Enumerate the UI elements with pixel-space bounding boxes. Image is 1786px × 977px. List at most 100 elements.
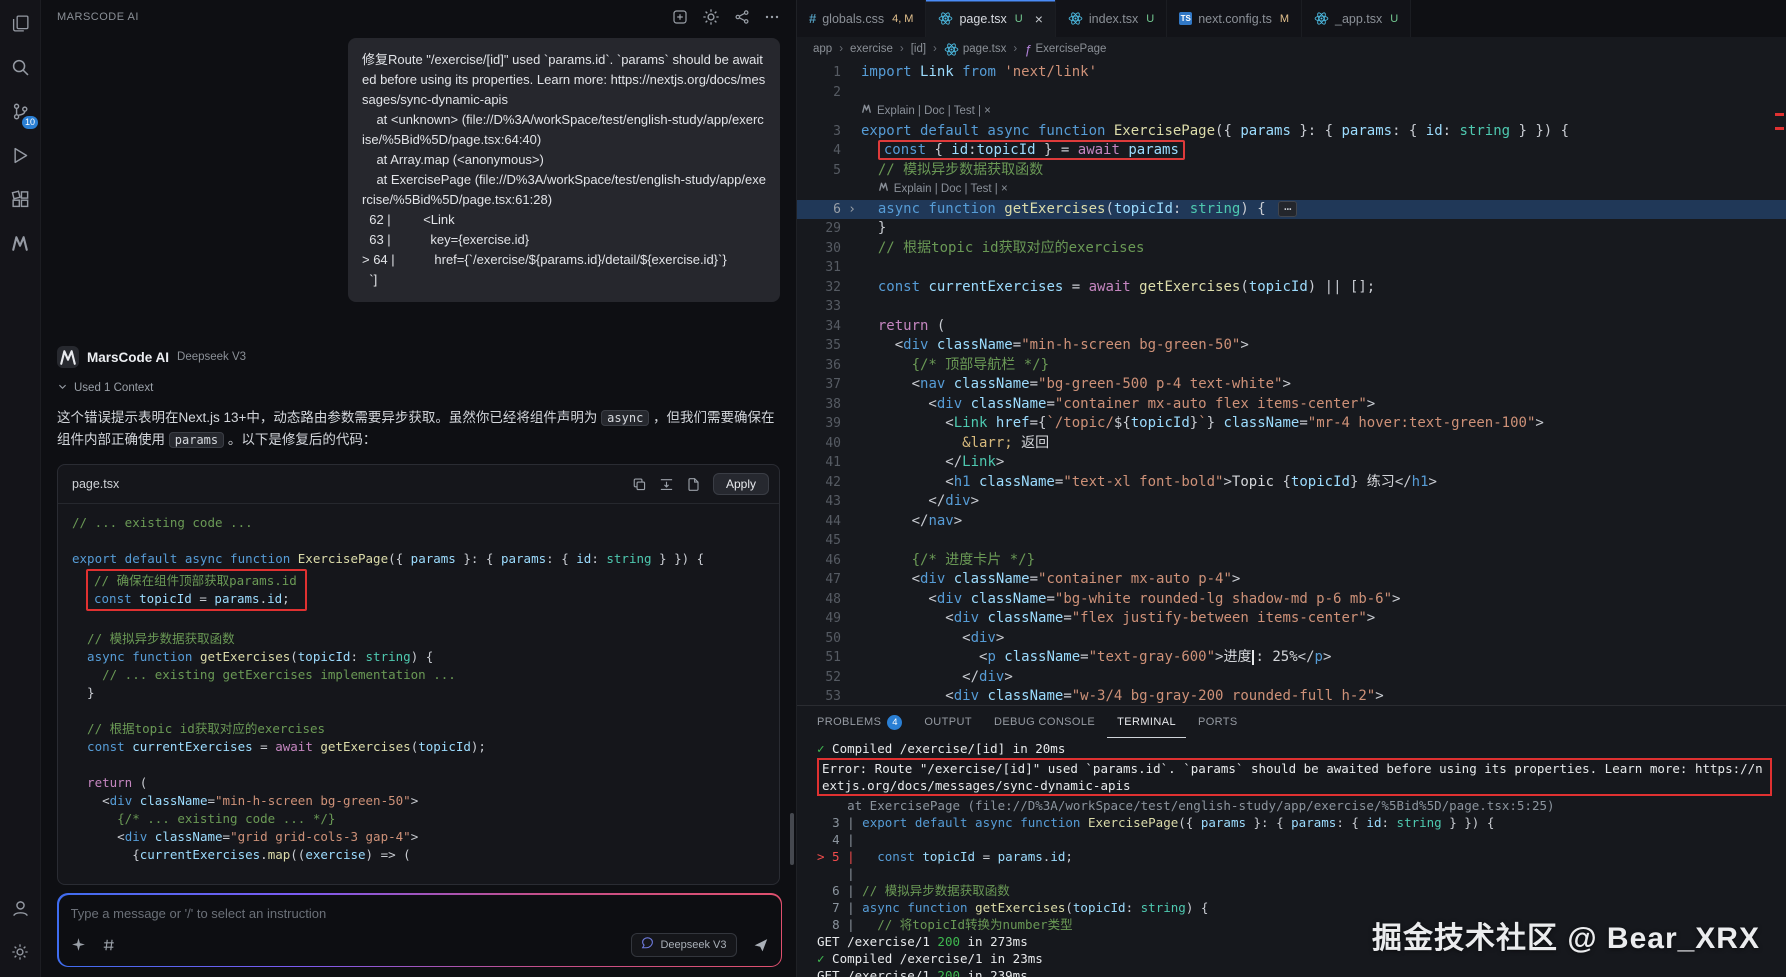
code-line-5[interactable]: 5 // 模拟异步数据获取函数 (797, 161, 1786, 181)
tab-next.config.ts[interactable]: TSnext.config.tsM (1167, 0, 1302, 37)
panel-tab-debug-console[interactable]: DEBUG CONSOLE (984, 706, 1105, 738)
settings-icon[interactable] (7, 939, 33, 965)
code-line-2[interactable]: 2 (797, 83, 1786, 103)
source-control-icon[interactable]: 10 (7, 98, 33, 124)
code-line-47[interactable]: 47 <div className="container mx-auto p-4… (797, 570, 1786, 590)
codelens-label[interactable]: Explain | Doc | Test | × (894, 180, 1008, 200)
code-line-43[interactable]: 43 </div> (797, 492, 1786, 512)
breadcrumb-item-exercise[interactable]: exercise (850, 43, 893, 55)
chevron-down-icon (57, 381, 68, 395)
code-line-36[interactable]: 36 {/* 顶部导航栏 */} (797, 356, 1786, 376)
codelens-row[interactable]: Explain | Doc | Test | × (797, 102, 1786, 122)
terminal-line: Error: Route "/exercise/[id]" used `para… (822, 760, 1767, 794)
code-line-1[interactable]: 1import Link from 'next/link' (797, 63, 1786, 83)
error-mark (1775, 127, 1784, 130)
codelens-label[interactable]: Explain | Doc | Test | × (877, 102, 991, 122)
code-card-header: page.tsx Apply (58, 465, 779, 504)
breadcrumb-item-page.tsx[interactable]: page.tsx (944, 42, 1006, 57)
code-line-content: <div className="container mx-auto flex i… (861, 395, 1786, 415)
insert-icon[interactable] (659, 477, 674, 492)
code-line-38[interactable]: 38 <div className="container mx-auto fle… (797, 395, 1786, 415)
settings-icon[interactable] (702, 8, 720, 26)
code-line-34[interactable]: 34 return ( (797, 317, 1786, 337)
panel-tab-terminal[interactable]: TERMINAL (1107, 706, 1186, 738)
breadcrumb-item-ExercisePage[interactable]: ƒExercisePage (1024, 42, 1106, 57)
used-context-toggle[interactable]: Used 1 Context (57, 381, 780, 395)
close-icon[interactable]: × (1035, 11, 1043, 27)
account-icon[interactable] (7, 895, 33, 921)
react-icon (1314, 11, 1329, 26)
more-icon[interactable] (764, 9, 780, 25)
code-line-39[interactable]: 39 <Link href={`/topic/${topicId}`} clas… (797, 414, 1786, 434)
tab-status-marker: U (1015, 13, 1023, 25)
code-line-53[interactable]: 53 <div className="w-3/4 bg-gray-200 rou… (797, 687, 1786, 705)
tab-page.tsx[interactable]: page.tsxU× (926, 0, 1055, 37)
annotation-redbox: Error: Route "/exercise/[id]" used `para… (817, 758, 1772, 796)
line-number: 38 (797, 395, 861, 415)
code-line-49[interactable]: 49 <div className="flex justify-between … (797, 609, 1786, 629)
user-message-line: at ExercisePage (file://D%3A/workSpace/t… (362, 170, 766, 210)
copy-icon[interactable] (632, 477, 647, 492)
code-line-6[interactable]: 6› async function getExercises(topicId: … (797, 200, 1786, 220)
code-line-41[interactable]: 41 </Link> (797, 453, 1786, 473)
new-file-icon[interactable] (686, 477, 701, 492)
code-line-46[interactable]: 46 {/* 进度卡片 */} (797, 551, 1786, 571)
overview-ruler[interactable] (1772, 61, 1786, 705)
panel-tab-problems[interactable]: PROBLEMS4 (807, 706, 912, 738)
code-line-48[interactable]: 48 <div className="bg-white rounded-lg s… (797, 590, 1786, 610)
share-icon[interactable] (734, 9, 750, 25)
code-line-37[interactable]: 37 <nav className="bg-green-500 p-4 text… (797, 375, 1786, 395)
code-line-content: import Link from 'next/link' (861, 63, 1786, 83)
extensions-icon[interactable] (7, 186, 33, 212)
user-message-line: 63 | key={exercise.id} (362, 230, 766, 250)
apply-button[interactable]: Apply (713, 473, 769, 495)
line-number: 33 (797, 297, 861, 317)
code-line-30[interactable]: 30 // 根据topic id获取对应的exercises (797, 239, 1786, 259)
code-line-44[interactable]: 44 </nav> (797, 512, 1786, 532)
code-line-4[interactable]: 4 const { id:topicId } = await params (797, 141, 1786, 161)
search-icon[interactable] (7, 54, 33, 80)
line-number (797, 102, 861, 122)
codelens-actions: Explain | Doc | Test | × (861, 180, 1786, 200)
code-line-52[interactable]: 52 </div> (797, 668, 1786, 688)
chat-code-line: const topicId = params.id; (94, 590, 297, 608)
codelens-row[interactable]: Explain | Doc | Test | × (797, 180, 1786, 200)
code-line-32[interactable]: 32 const currentExercises = await getExe… (797, 278, 1786, 298)
send-icon[interactable] (753, 937, 769, 953)
tab-globals.css[interactable]: #globals.css4, M (797, 0, 926, 37)
panel-tab-ports[interactable]: PORTS (1188, 706, 1248, 738)
assistant-name: MarsCode AI (87, 350, 169, 365)
code-line-content: const { id:topicId } = await params (861, 141, 1786, 161)
run-debug-icon[interactable] (7, 142, 33, 168)
code-line-40[interactable]: 40 &larr; 返回 (797, 434, 1786, 454)
line-number: 32 (797, 278, 861, 298)
code-line-3[interactable]: 3export default async function ExerciseP… (797, 122, 1786, 142)
context-hash-icon[interactable] (102, 938, 116, 952)
code-line-33[interactable]: 33 (797, 297, 1786, 317)
new-chat-icon[interactable] (672, 9, 688, 25)
code-line-51[interactable]: 51 <p className="text-gray-600">进度: 25%<… (797, 648, 1786, 668)
explorer-icon[interactable] (7, 10, 33, 36)
tab-_app.tsx[interactable]: _app.tsxU (1302, 0, 1411, 37)
skills-sparkle-icon[interactable] (71, 937, 86, 952)
model-selector[interactable]: Deepseek V3 (631, 933, 736, 957)
tab-index.tsx[interactable]: index.tsxU (1056, 0, 1167, 37)
chat-scrollbar[interactable] (790, 813, 794, 865)
code-line-29[interactable]: 29 } (797, 219, 1786, 239)
breadcrumb-item-app[interactable]: app (813, 43, 832, 55)
code-line-45[interactable]: 45 (797, 531, 1786, 551)
marscode-icon[interactable] (7, 230, 33, 256)
breadcrumb-item-[id][interactable]: [id] (911, 43, 926, 55)
code-editor[interactable]: 1import Link from 'next/link'2Explain | … (797, 61, 1786, 705)
code-line-35[interactable]: 35 <div className="min-h-screen bg-green… (797, 336, 1786, 356)
panel-tab-output[interactable]: OUTPUT (914, 706, 982, 738)
code-line-50[interactable]: 50 <div> (797, 629, 1786, 649)
fold-chevron-icon[interactable]: › (848, 200, 856, 220)
assistant-model-label: Deepseek V3 (177, 351, 246, 363)
code-line-content: </nav> (861, 512, 1786, 532)
chat-input[interactable] (71, 906, 769, 921)
chat-code-line: {currentExercises.map((exercise) => ( (72, 846, 765, 864)
code-line-31[interactable]: 31 (797, 258, 1786, 278)
inline-code-chip: params (169, 432, 224, 448)
code-line-42[interactable]: 42 <h1 className="text-xl font-bold">Top… (797, 473, 1786, 493)
